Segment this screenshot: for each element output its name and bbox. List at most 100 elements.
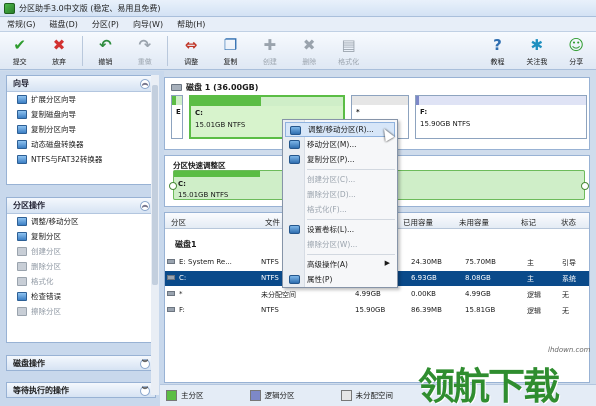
menu-item-icon [289, 140, 300, 149]
wizard-panel-header[interactable]: 向导 ︽ [7, 76, 155, 92]
collapse-up-icon[interactable]: ︽ [140, 79, 150, 89]
context-menu-item[interactable]: 设置卷标(L)... [285, 222, 395, 237]
cell-filesystem: NTFS [261, 274, 279, 282]
toolbar: ✔ 提交 ✖ 放弃 ↶ 撤销 ↷ 重做 ⇔ 调整 ❐ 复制 ✚ 创建 ✖ 删除 ▤ 格式化 ? 教程 ✱ 关注我 ☺ 分享 [0, 32, 596, 70]
col-partition[interactable]: 分区 [171, 217, 186, 228]
context-menu-label: 创建分区(C)... [307, 175, 356, 184]
sidebar-item[interactable]: 复制磁盘向导 [7, 107, 155, 122]
sidebar-item[interactable]: 调整/移动分区 [7, 214, 155, 229]
col-status[interactable]: 状态 [561, 217, 576, 228]
sidebar-item-label: 扩展分区向导 [31, 95, 76, 104]
table-row[interactable]: * 未分配空间 4.99GB 0.00KB 4.99GB 逻辑 无 [165, 287, 589, 302]
sidebar-item[interactable]: 擦除分区 [7, 304, 155, 319]
partition-ops-header[interactable]: 分区操作 ︽ [7, 198, 155, 214]
legend-item: 主分区 [166, 390, 204, 401]
sidebar-item[interactable]: 格式化 [7, 274, 155, 289]
sidebar-scrollbar[interactable] [151, 75, 159, 395]
collapse-up-icon[interactable]: ︽ [140, 201, 150, 211]
sidebar-item[interactable]: 扩展分区向导 [7, 92, 155, 107]
sidebar-item[interactable]: NTFS与FAT32转换器 [7, 152, 155, 167]
create-disk-icon: ✚ [263, 36, 277, 54]
partition-usage-bar [172, 96, 182, 105]
expand-down-icon[interactable]: ︾ [140, 386, 150, 396]
context-menu-item[interactable]: 擦除分区(W)... [285, 237, 395, 252]
cell-free: 15.81GB [465, 306, 496, 314]
cell-status: 引导 [562, 259, 576, 267]
create-disk-button[interactable]: ✚ 创建 [250, 32, 289, 70]
toolbar-label: 撤销 [98, 58, 113, 66]
toolbar-label: 删除 [302, 58, 317, 66]
action-icon [17, 95, 27, 104]
sidebar-item-label: 动态磁盘转换器 [31, 140, 84, 149]
sidebar-item[interactable]: 复制分区 [7, 229, 155, 244]
menu-general[interactable]: 常规(G) [0, 19, 42, 30]
sidebar-item-label: 复制分区向导 [31, 125, 76, 134]
delete-disk-button[interactable]: ✖ 删除 [290, 32, 329, 70]
toolbar-label: 提交 [12, 58, 27, 66]
cell-flag: 逻辑 [527, 307, 541, 315]
sidebar-item-label: 删除分区 [31, 262, 61, 271]
action-icon [17, 110, 27, 119]
context-menu-item[interactable]: 属性(P) [285, 272, 395, 287]
col-used[interactable]: 已用容量 [403, 217, 433, 228]
check-button[interactable]: ✔ 提交 [0, 32, 39, 70]
cell-used: 86.39MB [411, 306, 442, 314]
col-filesystem[interactable]: 文件 [265, 217, 280, 228]
toolbar-label: 复制 [223, 58, 238, 66]
share-people-button[interactable]: ☺ 分享 [557, 32, 596, 70]
context-menu-label: 设置卷标(L)... [307, 225, 355, 234]
sidebar-item[interactable]: 删除分区 [7, 259, 155, 274]
table-row[interactable]: F: NTFS 15.90GB 86.39MB 15.81GB 逻辑 无 [165, 303, 589, 318]
discard-x-button[interactable]: ✖ 放弃 [39, 32, 78, 70]
sidebar-item[interactable]: 动态磁盘转换器 [7, 137, 155, 152]
disk-ops-header[interactable]: 磁盘操作 ︾ [6, 355, 156, 371]
cell-used: 24.30MB [411, 258, 442, 266]
context-menu-item[interactable]: 调整/移动分区(R)... [285, 122, 395, 137]
hard-disk-icon [171, 84, 182, 91]
legend-item: 逻辑分区 [249, 390, 295, 401]
cell-flag: 主 [527, 259, 534, 267]
resize-left-handle[interactable] [169, 182, 177, 190]
context-menu-item[interactable]: 格式化(F)... [285, 202, 395, 217]
sidebar-item[interactable]: 检查错误 [7, 289, 155, 304]
cell-filesystem: 未分配空间 [261, 291, 296, 299]
menu-disk[interactable]: 磁盘(D) [42, 19, 84, 30]
menu-partition[interactable]: 分区(P) [85, 19, 126, 30]
cell-free: 75.70MB [465, 258, 496, 266]
sidebar-item[interactable]: 创建分区 [7, 244, 155, 259]
cell-used: 6.93GB [411, 274, 437, 282]
sidebar-item[interactable]: 复制分区向导 [7, 122, 155, 137]
context-menu-item[interactable]: 创建分区(C)... [285, 172, 395, 187]
expand-down-icon[interactable]: ︾ [140, 359, 150, 369]
redo-button[interactable]: ↷ 重做 [125, 32, 164, 70]
col-flag[interactable]: 标记 [521, 217, 536, 228]
scroll-thumb[interactable] [152, 85, 158, 285]
sidebar-item-label: 擦除分区 [31, 307, 61, 316]
help-button[interactable]: ? 教程 [478, 32, 517, 70]
pending-ops-header[interactable]: 等待执行的操作 ︾ [6, 382, 156, 398]
partition-block[interactable]: F: 15.90GB NTFS [415, 95, 587, 139]
title-bar: 分区助手3.0中文版 (稳定、易用且免费) [0, 0, 596, 17]
cell-used: 0.00KB [411, 290, 436, 298]
menu-help[interactable]: 帮助(H) [170, 19, 212, 30]
partition-letter: C: [195, 109, 203, 117]
context-menu-item[interactable]: 复制分区(P)... [285, 152, 395, 167]
resize-right-handle[interactable] [581, 182, 589, 190]
context-menu-item[interactable]: 移动分区(M)... [285, 137, 395, 152]
menu-bar: 常规(G) 磁盘(D) 分区(P) 向导(W) 帮助(H) [0, 17, 596, 32]
col-free[interactable]: 未用容量 [459, 217, 489, 228]
partition-used-fill [416, 96, 420, 105]
partition-drive-icon [167, 259, 175, 264]
follow-globe-button[interactable]: ✱ 关注我 [517, 32, 556, 70]
context-menu-item[interactable]: 高级操作(A) ▶ [285, 257, 395, 272]
menu-wizard[interactable]: 向导(W) [126, 19, 170, 30]
pending-ops-title: 等待执行的操作 [13, 385, 69, 395]
context-menu-item[interactable]: 删除分区(D)... [285, 187, 395, 202]
copy-disk-button[interactable]: ❐ 复制 [211, 32, 250, 70]
resize-disk-button[interactable]: ⇔ 调整 [171, 32, 210, 70]
partition-info: 15.01GB NTFS [195, 121, 246, 129]
action-icon [17, 232, 27, 241]
format-disk-button[interactable]: ▤ 格式化 [329, 32, 368, 70]
partition-block[interactable]: E [171, 95, 183, 139]
undo-button[interactable]: ↶ 撤销 [86, 32, 125, 70]
